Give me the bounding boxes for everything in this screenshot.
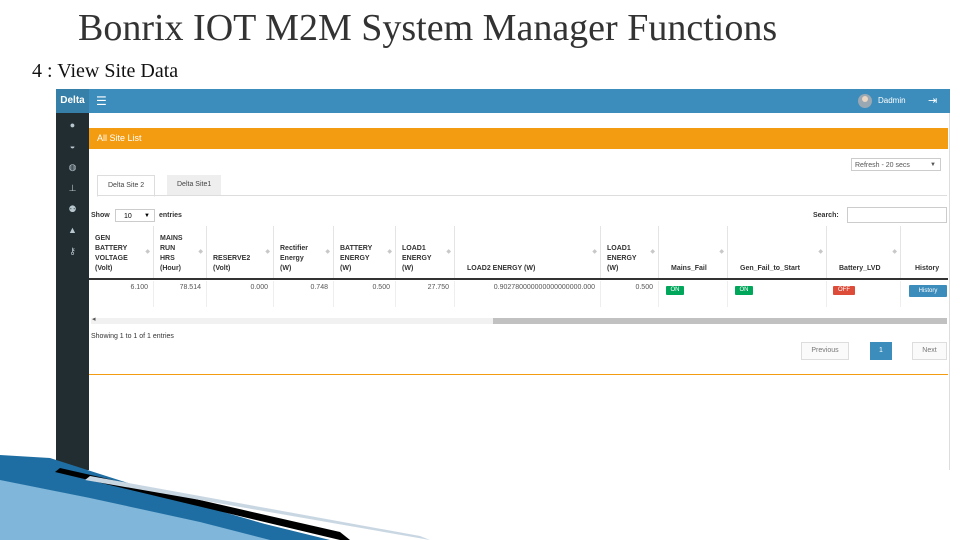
table-cell: 0.000	[207, 281, 274, 307]
refresh-select[interactable]: Refresh - 20 secs ▼	[851, 158, 941, 171]
user-name[interactable]: Dadmin	[878, 96, 906, 105]
sort-icon: ◆	[446, 249, 451, 255]
avatar[interactable]	[858, 94, 872, 108]
table-cell: 0.748	[274, 281, 334, 307]
history-button[interactable]: History	[909, 285, 947, 297]
column-header[interactable]: Battery_LVD ◆	[827, 226, 901, 278]
logout-icon[interactable]: ⇥	[928, 94, 937, 107]
sort-icon: ◆	[719, 249, 724, 255]
caret-down-icon: ▼	[144, 213, 150, 219]
next-page-button[interactable]: Next	[912, 342, 947, 360]
column-header[interactable]: Mains_Fail ◆	[659, 226, 728, 278]
bell-icon[interactable]: ▲	[66, 224, 79, 237]
sort-icon: ◆	[145, 249, 150, 255]
sort-icon: ◆	[650, 249, 655, 255]
status-badge-gen-fail: ON	[735, 286, 753, 295]
slide-title: Bonrix IOT M2M System Manager Functions	[78, 7, 778, 49]
hamburger-icon[interactable]: ☰	[96, 94, 107, 108]
app-screenshot: Delta ☰ Dadmin ⇥ ● ◒ ◍ ⊥ ⚉ ▲ ⚷ All Site …	[56, 89, 950, 470]
column-header[interactable]: History	[901, 226, 948, 278]
horizontal-scrollbar[interactable]: ◂	[91, 315, 947, 324]
table-cell: 0.500	[601, 281, 659, 307]
page-size-select[interactable]: 10 ▼	[115, 209, 155, 222]
status-badge-mains-fail: ON	[666, 286, 684, 295]
status-badge-battery-lvd: OFF	[833, 286, 855, 295]
refresh-value: Refresh - 20 secs	[855, 162, 910, 169]
column-header[interactable]: MAINS RUN HRS (Hour) ◆	[154, 226, 207, 278]
scroll-left-icon[interactable]: ◂	[92, 315, 96, 323]
column-header[interactable]: LOAD1 ENERGY (W) ◆	[396, 226, 455, 278]
main-content: All Site List Refresh - 20 secs ▼ Delta …	[89, 113, 950, 470]
tab-delta-site1[interactable]: Delta Site1	[167, 175, 222, 195]
header-divider	[89, 278, 948, 280]
tabs-divider	[97, 195, 947, 196]
sort-icon: ◆	[325, 249, 330, 255]
sitemap-icon[interactable]: ⊥	[66, 182, 79, 195]
sort-icon: ◆	[265, 249, 270, 255]
column-header[interactable]: BATTERY ENERGY (W) ◆	[334, 226, 396, 278]
column-header[interactable]: GEN BATTERY VOLTAGE (Volt) ◆	[89, 226, 154, 278]
caret-down-icon: ▼	[930, 162, 936, 168]
page-1-button[interactable]: 1	[870, 342, 892, 360]
column-header[interactable]: RESERVE2 (Volt) ◆	[207, 226, 274, 278]
panel-footer-line	[89, 374, 948, 375]
globe-icon[interactable]: ◍	[66, 161, 79, 174]
app-logo[interactable]: Delta	[56, 89, 89, 113]
vertical-scrollbar[interactable]	[949, 113, 950, 470]
table-cell: 0.500	[334, 281, 396, 307]
dashboard-icon[interactable]: ●	[66, 119, 79, 132]
tab-delta-site-2[interactable]: Delta Site 2	[97, 175, 156, 197]
show-label: Show	[91, 212, 110, 219]
search-label: Search:	[813, 212, 839, 219]
sort-icon: ◆	[198, 249, 203, 255]
search-input[interactable]	[847, 207, 947, 223]
gauge-icon[interactable]: ◒	[66, 140, 79, 153]
top-navbar: Delta ☰ Dadmin ⇥	[56, 89, 950, 113]
column-header[interactable]: Gen_Fail_to_Start ◆	[728, 226, 827, 278]
table-cell: 0.902780000000000000000.000	[455, 281, 601, 307]
table-info: Showing 1 to 1 of 1 entries	[91, 333, 174, 340]
sort-icon: ◆	[818, 249, 823, 255]
table-cell: 78.514	[154, 281, 207, 307]
page-size-value: 10	[124, 213, 132, 220]
key-icon[interactable]: ⚷	[66, 245, 79, 258]
sort-icon: ◆	[592, 249, 597, 255]
table-cell: 27.750	[396, 281, 455, 307]
column-header[interactable]: Rectifier Energy (W) ◆	[274, 226, 334, 278]
table-cell: 6.100	[89, 281, 154, 307]
site-data-table: GEN BATTERY VOLTAGE (Volt) ◆ MAINS RUN HR…	[89, 226, 948, 318]
scrollbar-thumb[interactable]	[493, 318, 947, 324]
sort-icon: ◆	[387, 249, 392, 255]
slide-subtitle: 4 : View Site Data	[32, 60, 179, 82]
slide-decoration	[0, 455, 430, 540]
sidebar: ● ◒ ◍ ⊥ ⚉ ▲ ⚷	[56, 113, 89, 470]
panel-title: All Site List	[89, 128, 948, 149]
column-header[interactable]: LOAD2 ENERGY (W) ◆	[455, 226, 601, 278]
users-icon[interactable]: ⚉	[66, 203, 79, 216]
column-header[interactable]: LOAD1 ENERGY (W) ◆	[601, 226, 659, 278]
sort-icon: ◆	[892, 249, 897, 255]
previous-page-button[interactable]: Previous	[801, 342, 849, 360]
entries-label: entries	[159, 212, 182, 219]
